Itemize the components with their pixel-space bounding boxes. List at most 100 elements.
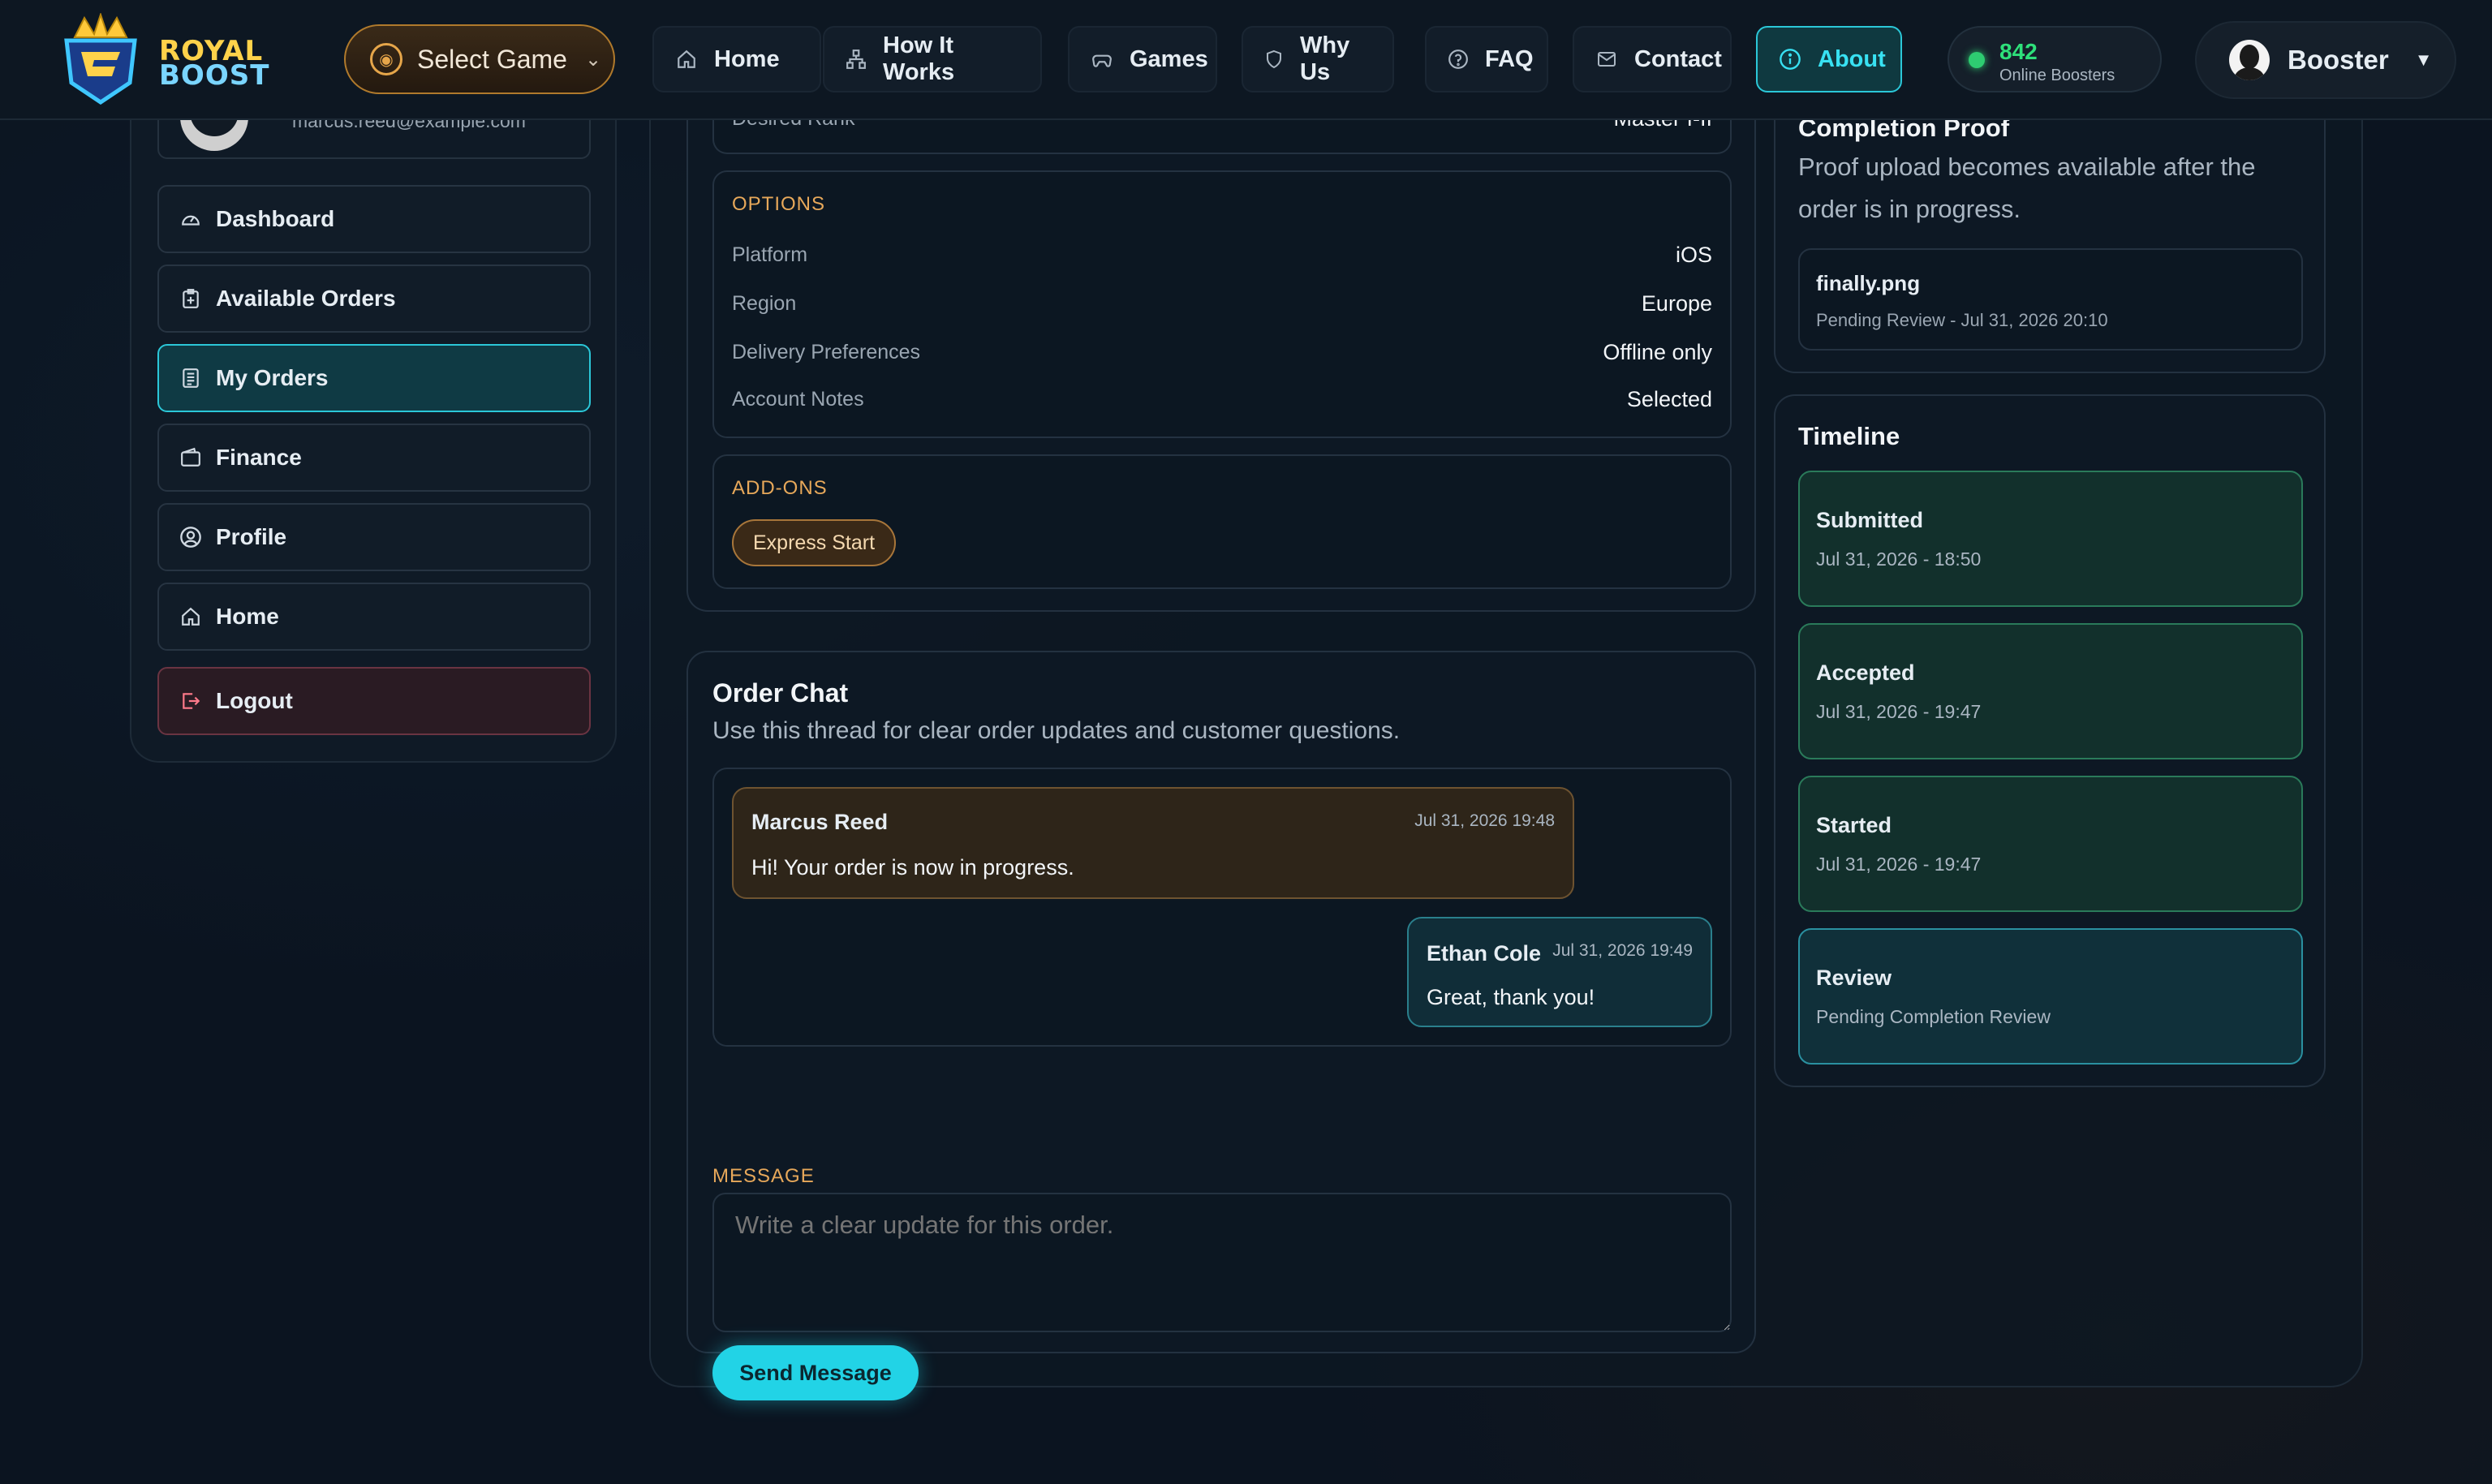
proof-file-name: finally.png	[1816, 271, 1921, 295]
proof-file-status: Pending Review - Jul 31, 2026 20:10	[1816, 310, 2108, 330]
wallet-icon	[179, 445, 203, 470]
option-row: Delivery Preferences Offline only	[732, 336, 1712, 368]
avatar	[2229, 40, 2270, 80]
chevron-down-icon: ⌄	[584, 48, 602, 71]
proof-file[interactable]: finally.png Pending Review - Jul 31, 202…	[1798, 248, 2303, 351]
timeline-step-title: Started	[1816, 813, 1892, 837]
nav-games[interactable]: Games	[1068, 26, 1217, 92]
options-heading: OPTIONS	[732, 193, 826, 215]
gamepad-icon: ◉	[370, 43, 402, 75]
option-row: Platform iOS	[732, 239, 1712, 271]
message-text: Hi! Your order is now in progress.	[751, 855, 1074, 880]
sidebar-item-dashboard[interactable]: Dashboard	[157, 185, 591, 253]
completion-proof-subtitle: Proof upload becomes available after the…	[1798, 153, 2256, 223]
sidebar-item-label: Profile	[216, 524, 287, 549]
sidebar-item-label: My Orders	[216, 365, 329, 390]
nav-home[interactable]: Home	[652, 26, 821, 92]
gauge-icon	[179, 207, 203, 231]
message-time: Jul 31, 2026 19:48	[1414, 811, 1555, 830]
sidebar-item-logout[interactable]: Logout	[157, 667, 591, 735]
timeline-item-started: Started Jul 31, 2026 - 19:47	[1798, 776, 2303, 912]
nav-games-label: Games	[1130, 45, 1208, 72]
message-time: Jul 31, 2026 19:49	[1552, 941, 1693, 960]
nav-contact[interactable]: Contact	[1573, 26, 1732, 92]
options-section: OPTIONS Platform iOS Region Europe Deliv…	[712, 170, 1732, 438]
timeline-step-title: Accepted	[1816, 660, 1915, 685]
royal-boost-logo[interactable]: ROYAL BOOST	[52, 11, 279, 107]
option-value: Selected	[1626, 386, 1712, 411]
sidebar-item-label: Finance	[216, 445, 302, 470]
online-label: Online Boosters	[1999, 67, 2115, 84]
envelope-icon	[1595, 48, 1618, 71]
addons-heading: ADD-ONS	[732, 477, 828, 499]
timeline-step-time: Pending Completion Review	[1816, 1006, 2051, 1027]
timeline-step-title: Review	[1816, 966, 1892, 990]
option-key: Account Notes	[732, 387, 864, 411]
chat-thread[interactable]: Marcus Reed Jul 31, 2026 19:48 Hi! Your …	[712, 768, 1732, 1047]
select-game-label: Select Game	[417, 44, 567, 74]
option-key: Platform	[732, 243, 808, 266]
option-row: Region Europe	[732, 287, 1712, 320]
user-role-label: Booster	[2288, 45, 2389, 75]
nav-contact-label: Contact	[1634, 45, 1722, 72]
sidebar-item-label: Dashboard	[216, 206, 335, 231]
nav-why-us[interactable]: Why Us	[1242, 26, 1394, 92]
user-circle-icon	[179, 525, 203, 549]
option-key: Region	[732, 291, 797, 315]
nav-faq[interactable]: FAQ	[1425, 26, 1548, 92]
nav-how-it-works[interactable]: How It Works	[823, 26, 1042, 92]
option-key: Delivery Preferences	[732, 340, 921, 363]
online-boosters-badge: 842 Online Boosters	[1948, 26, 2162, 92]
option-value: iOS	[1675, 242, 1712, 267]
nav-home-label: Home	[714, 45, 780, 72]
nav-about-label: About	[1818, 45, 1886, 72]
timeline-item-review: Review Pending Completion Review	[1798, 928, 2303, 1065]
select-game-dropdown[interactable]: ◉ Select Game ⌄	[344, 24, 615, 94]
clipboard-plus-icon	[179, 286, 203, 311]
info-icon	[1779, 48, 1801, 71]
caret-down-icon: ▼	[2414, 49, 2433, 70]
timeline-title: Timeline	[1798, 422, 1900, 450]
timeline-step-time: Jul 31, 2026 - 19:47	[1816, 854, 1982, 875]
order-details-panel: Desired Rank Master I-II OPTIONS Platfor…	[649, 73, 2363, 1400]
timeline-item-submitted: Submitted Jul 31, 2026 - 18:50	[1798, 471, 2303, 607]
message-input[interactable]	[712, 1193, 1732, 1332]
message-text: Great, thank you!	[1427, 985, 1595, 1009]
sidebar-item-label: Logout	[216, 688, 293, 713]
option-value: Europe	[1641, 290, 1712, 316]
sidebar-item-profile[interactable]: Profile	[157, 503, 591, 571]
nav-about[interactable]: About	[1756, 26, 1902, 92]
nav-why-us-label: Why Us	[1300, 32, 1350, 85]
home-icon	[179, 604, 203, 629]
addons-section: ADD-ONS Express Start	[712, 454, 1732, 589]
crown-shield-icon	[64, 11, 137, 105]
online-status-dot	[1969, 52, 1985, 68]
sidebar-item-label: Home	[216, 604, 279, 629]
chat-subtitle: Use this thread for clear order updates …	[712, 717, 1401, 744]
home-icon	[675, 48, 698, 71]
online-count: 842	[1999, 39, 2038, 64]
option-value: Offline only	[1603, 339, 1712, 364]
timeline-item-accepted: Accepted Jul 31, 2026 - 19:47	[1798, 623, 2303, 759]
message-author: Ethan Cole	[1427, 941, 1542, 966]
send-message-button[interactable]: Send Message	[712, 1345, 919, 1400]
brand-name: ROYAL BOOST	[159, 37, 270, 92]
option-row: Account Notes Selected	[732, 383, 1712, 415]
list-icon	[179, 366, 203, 390]
logout-icon	[179, 689, 203, 713]
brand-line-2: BOOST	[159, 59, 270, 92]
chat-message: Marcus Reed Jul 31, 2026 19:48 Hi! Your …	[732, 787, 1574, 899]
shield-icon	[1264, 48, 1284, 71]
order-details-card: Desired Rank Master I-II OPTIONS Platfor…	[686, 73, 1756, 612]
sidebar-item-finance[interactable]: Finance	[157, 424, 591, 492]
gamepad-icon	[1091, 48, 1113, 71]
timeline-step-time: Jul 31, 2026 - 18:50	[1816, 548, 1982, 570]
sidebar-item-available-orders[interactable]: Available Orders	[157, 265, 591, 333]
sidebar-item-home[interactable]: Home	[157, 583, 591, 651]
sidebar-item-my-orders[interactable]: My Orders	[157, 344, 591, 412]
timeline-step-time: Jul 31, 2026 - 19:47	[1816, 701, 1982, 722]
user-menu[interactable]: Booster ▼	[2195, 21, 2456, 99]
nav-faq-label: FAQ	[1485, 45, 1534, 72]
timeline-card: Timeline Submitted Jul 31, 2026 - 18:50 …	[1774, 394, 2326, 1087]
message-author: Marcus Reed	[751, 810, 889, 834]
